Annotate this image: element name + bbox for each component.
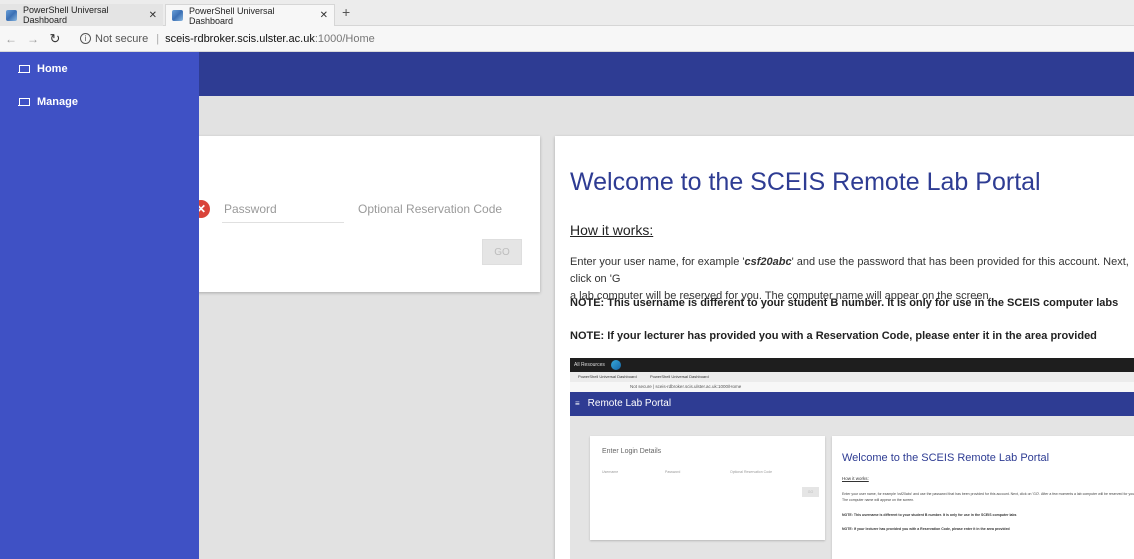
laptop-icon [18, 64, 30, 74]
mini-taskbar-text: All Resources [574, 362, 605, 368]
how-it-works-heading: How it works: [570, 222, 654, 238]
example-username: csf20abc [744, 256, 792, 268]
browser-tab-2-label: PowerShell Universal Dashboard [189, 5, 275, 26]
mini-code-label: Optional Reservation Code [730, 470, 773, 474]
mini-para: Enter your user name, for example 'csf20… [842, 492, 1134, 502]
refresh-icon[interactable]: ↻ [44, 31, 66, 47]
mini-go-button: GO [802, 487, 819, 497]
mini-app-title: Remote Lab Portal [587, 398, 672, 409]
go-button[interactable]: GO [482, 239, 522, 265]
info-card: Welcome to the SCEIS Remote Lab Portal H… [555, 136, 1134, 559]
password-field[interactable]: Password [224, 202, 277, 216]
sidebar-item-label: Manage [37, 96, 78, 108]
sidebar-item-label: Home [37, 63, 68, 75]
close-icon[interactable]: ✕ [149, 10, 157, 21]
mini-note-2: NOTE: If your lecturer has provided you … [842, 527, 1010, 531]
mini-login-title: Enter Login Details [602, 448, 662, 455]
mini-username-label: Username [602, 470, 619, 474]
mini-tab-2: PowerShell Universal Dashboard [650, 374, 709, 379]
address-separator: | [156, 32, 160, 45]
browser-tab-2[interactable]: PowerShell Universal Dashboard ✕ [165, 4, 335, 26]
security-status[interactable]: Not secure [95, 33, 148, 45]
mini-login-card: Enter Login Details Username Password Op… [590, 436, 825, 540]
info-icon[interactable]: i [80, 33, 91, 44]
browser-tab-1-label: PowerShell Universal Dashboard [23, 5, 109, 25]
mini-password-label: Password [665, 470, 681, 474]
mini-tab-strip: PowerShell Universal Dashboard PowerShel… [570, 372, 1134, 382]
edge-icon [610, 360, 621, 370]
mini-taskbar: All Resources [570, 358, 1134, 372]
welcome-heading: Welcome to the SCEIS Remote Lab Portal [570, 168, 1041, 196]
mini-how: How it works: [842, 476, 869, 481]
address-bar: ← → ↻ i Not secure | sceis-rdbroker.scis… [0, 26, 1134, 52]
laptop-icon [18, 97, 30, 107]
powershell-favicon-icon [6, 9, 17, 21]
forward-icon[interactable]: → [22, 32, 44, 46]
url-host: sceis-rdbroker.scis.ulster.ac.uk [165, 32, 315, 45]
sidebar-item-manage[interactable]: Manage [18, 96, 78, 108]
example-screenshot: All Resources PowerShell Universal Dashb… [570, 358, 1134, 559]
close-icon[interactable]: ✕ [320, 10, 328, 21]
password-underline [222, 222, 344, 223]
new-tab-icon[interactable]: + [342, 4, 350, 20]
browser-tab-strip: PowerShell Universal Dashboard ✕ PowerSh… [0, 0, 1134, 26]
navigation-drawer: Home Manage [0, 52, 199, 559]
mini-welcome: Welcome to the SCEIS Remote Lab Portal [842, 452, 1050, 464]
para-text-1: Enter your user name, for example ' [570, 256, 745, 268]
mini-app-bar: ≡ Remote Lab Portal [570, 392, 1134, 416]
url-field[interactable]: sceis-rdbroker.scis.ulster.ac.uk:1000/Ho… [165, 33, 375, 45]
mini-tab-1: PowerShell Universal Dashboard [578, 374, 637, 379]
powershell-favicon-icon [172, 10, 183, 21]
mini-note-1: NOTE: This username is different to your… [842, 513, 1017, 517]
mini-address-bar: Not secure | sceis-rdbroker.scis.ulster.… [570, 382, 1134, 392]
browser-tab-1[interactable]: PowerShell Universal Dashboard ✕ [0, 4, 163, 26]
note-reservation-code: NOTE: If your lecturer has provided you … [570, 330, 1097, 342]
mini-info-card: Welcome to the SCEIS Remote Lab Portal H… [832, 436, 1134, 559]
hamburger-icon: ≡ [575, 399, 580, 408]
sidebar-item-home[interactable]: Home [18, 63, 68, 75]
url-path: :1000/Home [314, 32, 375, 45]
back-icon[interactable]: ← [0, 32, 22, 46]
reservation-code-field[interactable]: Optional Reservation Code [358, 202, 502, 216]
note-username: NOTE: This username is different to your… [570, 297, 1119, 309]
